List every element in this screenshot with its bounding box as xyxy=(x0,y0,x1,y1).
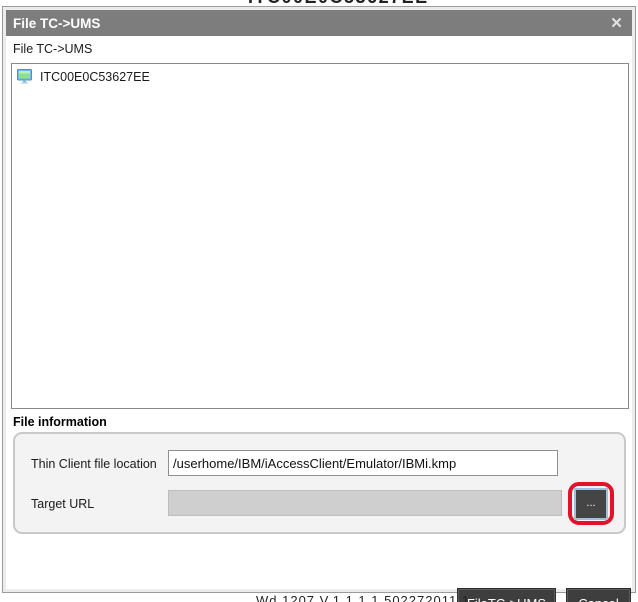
red-highlight-annotation: ... xyxy=(568,482,614,525)
target-url-input-disabled xyxy=(168,490,562,516)
close-icon[interactable]: ✕ xyxy=(607,14,626,33)
thin-client-file-location-label: Thin Client file location xyxy=(31,457,157,471)
target-url-label: Target URL xyxy=(31,497,94,511)
dialog-titlebar[interactable]: File TC->UMS ✕ xyxy=(6,10,632,36)
background-clipped-text-bottom: Wd.1207.V.1.1.1.1.502272011.1 xyxy=(256,593,476,602)
file-tc-ums-dialog: File TC->UMS ✕ File TC->UMS ITC00E0C5362… xyxy=(2,6,636,593)
cancel-button[interactable]: Cancel xyxy=(567,589,630,602)
list-item[interactable]: ITC00E0C53627EE xyxy=(12,64,628,89)
dialog-content: File TC->UMS ITC00E0C53627EE File inform… xyxy=(6,36,632,589)
primary-button-text-suffix: C->UMS xyxy=(496,596,546,602)
thin-client-monitor-icon xyxy=(17,69,33,84)
dialog-heading-label: File TC->UMS xyxy=(13,42,92,56)
dialog-title: File TC->UMS xyxy=(13,16,100,31)
file-information-groupbox: Thin Client file location Target URL ... xyxy=(13,432,626,534)
list-item-label: ITC00E0C53627EE xyxy=(40,70,150,84)
thin-client-file-location-input[interactable] xyxy=(168,450,558,476)
primary-button-mnemonic: T xyxy=(488,596,496,602)
browse-target-url-button[interactable]: ... xyxy=(574,488,608,520)
file-information-group-title: File information xyxy=(13,415,107,429)
thin-client-listbox[interactable]: ITC00E0C53627EE xyxy=(11,63,629,409)
